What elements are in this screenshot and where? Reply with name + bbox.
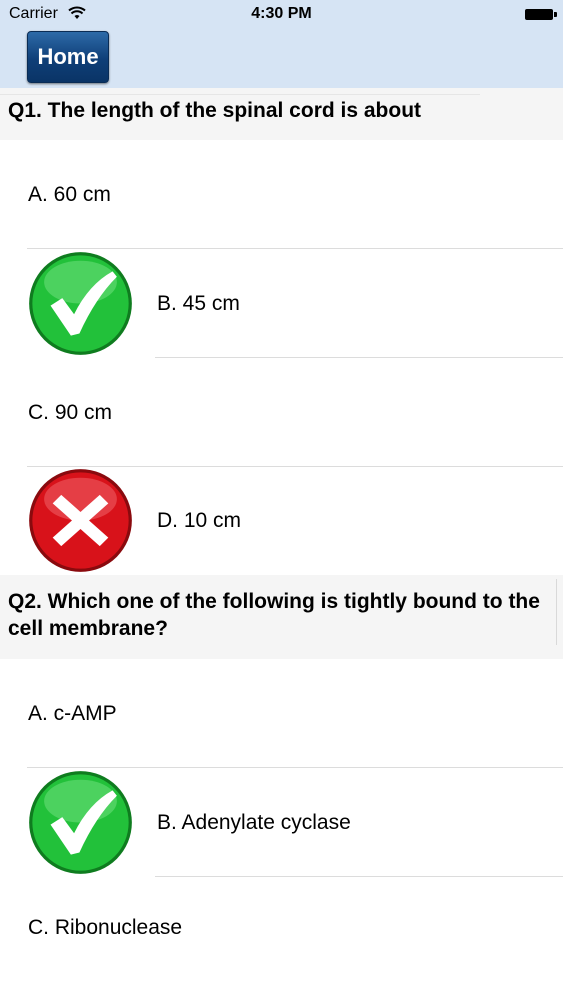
battery-icon [525,9,557,20]
answer-option[interactable]: C. 90 cm [0,358,563,467]
question-header: Q2. Which one of the following is tightl… [0,575,563,659]
answer-option[interactable]: A. c-AMP [0,659,563,768]
answer-option[interactable]: D. 10 cm [0,467,563,575]
answer-option[interactable]: B. 45 cm [0,249,563,358]
answer-label: C. Ribonuclease [28,916,183,939]
answer-option[interactable]: B. Adenylate cyclase [0,768,563,877]
answer-label: B. 45 cm [157,291,240,315]
status-bar: Carrier 4:30 PM [0,0,563,30]
home-button[interactable]: Home [27,31,109,83]
answer-option[interactable]: A. 60 cm [0,140,563,249]
answer-option[interactable]: C. Ribonuclease [0,877,563,940]
clock: 4:30 PM [251,5,312,22]
correct-check-icon [29,252,132,355]
wrong-cross-icon [29,469,132,572]
answer-label: C. 90 cm [28,400,113,424]
answer-label: D. 10 cm [157,509,242,532]
answer-label: B. Adenylate cyclase [157,810,351,834]
question-header: Q1. The length of the spinal cord is abo… [0,88,563,140]
question-title: Q2. Which one of the following is tightl… [8,590,540,640]
answer-label: A. c-AMP [28,701,117,725]
question-title: Q1. The length of the spinal cord is abo… [8,99,422,122]
answer-label: A. 60 cm [28,182,111,206]
correct-check-icon [29,771,132,874]
